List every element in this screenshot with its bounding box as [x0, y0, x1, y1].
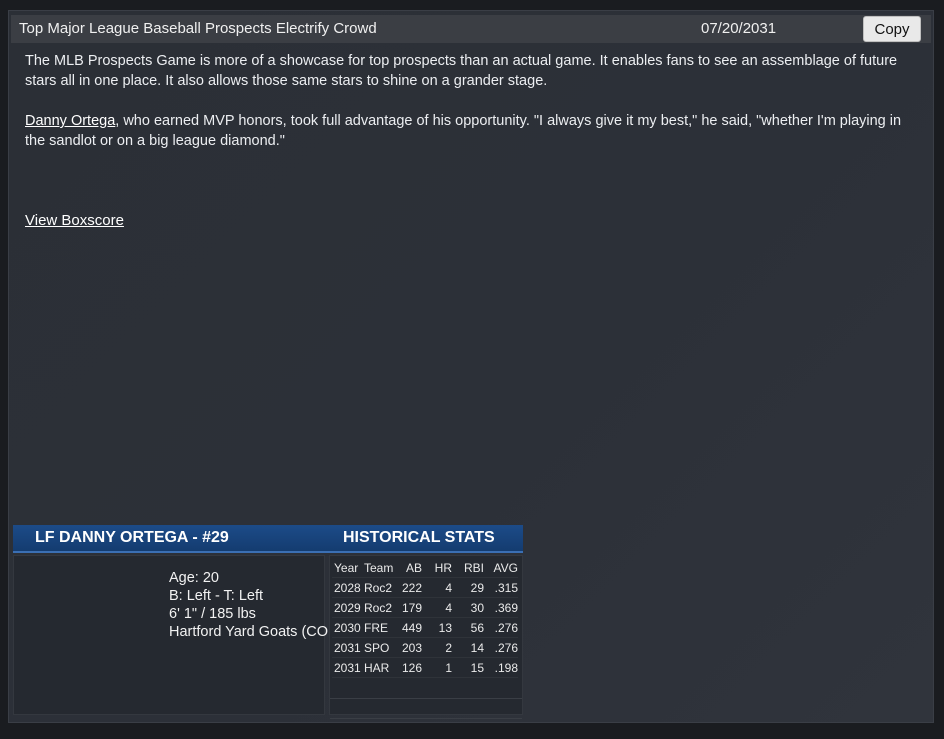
article-date: 07/20/2031: [701, 20, 777, 37]
table-row: 2031 HAR 126 1 15 .198: [332, 657, 518, 678]
cell-ab: 179: [394, 597, 422, 618]
cell-year: 2031: [332, 657, 364, 678]
cell-hr: 4: [422, 597, 452, 618]
player-card-title: LF DANNY ORTEGA - #29: [35, 529, 229, 546]
table-row: 2031 SPO 203 2 14 .276: [332, 637, 518, 658]
cell-team: Roc2: [364, 577, 394, 598]
player-card-header: LF DANNY ORTEGA - #29 HISTORICAL STATS: [13, 525, 523, 553]
cell-team: SPO: [364, 637, 394, 658]
historical-stats-table: Year Team AB HR RBI AVG 2028 Roc2 222 4: [332, 558, 518, 678]
cell-year: 2031: [332, 637, 364, 658]
col-rbi: RBI: [452, 558, 484, 578]
cell-rbi: 14: [452, 637, 484, 658]
player-link[interactable]: Danny Ortega: [25, 113, 115, 129]
cell-avg: .276: [484, 637, 518, 658]
cell-ab: 203: [394, 637, 422, 658]
stats-empty-row-divider: [330, 698, 522, 699]
cell-hr: 2: [422, 637, 452, 658]
cell-ab: 222: [394, 577, 422, 598]
table-row: 2030 FRE 449 13 56 .276: [332, 617, 518, 638]
article-header: Top Major League Baseball Prospects Elec…: [11, 15, 931, 43]
cell-year: 2029: [332, 597, 364, 618]
table-row: 2029 Roc2 179 4 30 .369: [332, 597, 518, 618]
col-year: Year: [332, 558, 364, 578]
col-team: Team: [364, 558, 394, 578]
cell-avg: .198: [484, 657, 518, 678]
col-hr: HR: [422, 558, 452, 578]
cell-hr: 1: [422, 657, 452, 678]
table-row: 2028 Roc2 222 4 29 .315: [332, 577, 518, 598]
cell-rbi: 29: [452, 577, 484, 598]
cell-rbi: 56: [452, 617, 484, 638]
historical-stats-table-container: Year Team AB HR RBI AVG 2028 Roc2 222 4: [329, 555, 523, 719]
stats-empty-row-divider: [330, 718, 522, 719]
cell-ab: 449: [394, 617, 422, 638]
cell-rbi: 30: [452, 597, 484, 618]
cell-avg: .276: [484, 617, 518, 638]
paragraph-2-text: , who earned MVP honors, took full advan…: [25, 113, 902, 149]
cell-team: HAR: [364, 657, 394, 678]
col-ab: AB: [394, 558, 422, 578]
view-boxscore-link[interactable]: View Boxscore: [25, 211, 124, 231]
article-paragraph-1: The MLB Prospects Game is more of a show…: [25, 53, 898, 89]
copy-button[interactable]: Copy: [863, 16, 921, 42]
cell-year: 2030: [332, 617, 364, 638]
cell-team: FRE: [364, 617, 394, 638]
article-headline: Top Major League Baseball Prospects Elec…: [19, 20, 377, 37]
col-avg: AVG: [484, 558, 518, 578]
stats-header-row: Year Team AB HR RBI AVG: [332, 558, 518, 578]
cell-ab: 126: [394, 657, 422, 678]
cell-hr: 13: [422, 617, 452, 638]
historical-stats-title: HISTORICAL STATS: [343, 529, 495, 546]
article-paragraph-2: Danny Ortega, who earned MVP honors, too…: [25, 111, 905, 151]
cell-avg: .369: [484, 597, 518, 618]
cell-year: 2028: [332, 577, 364, 598]
news-article-panel: Top Major League Baseball Prospects Elec…: [8, 10, 934, 723]
cell-rbi: 15: [452, 657, 484, 678]
article-body: The MLB Prospects Game is more of a show…: [25, 51, 905, 171]
cell-team: Roc2: [364, 597, 394, 618]
player-card: LF DANNY ORTEGA - #29 HISTORICAL STATS A…: [13, 525, 523, 719]
cell-hr: 4: [422, 577, 452, 598]
cell-avg: .315: [484, 577, 518, 598]
